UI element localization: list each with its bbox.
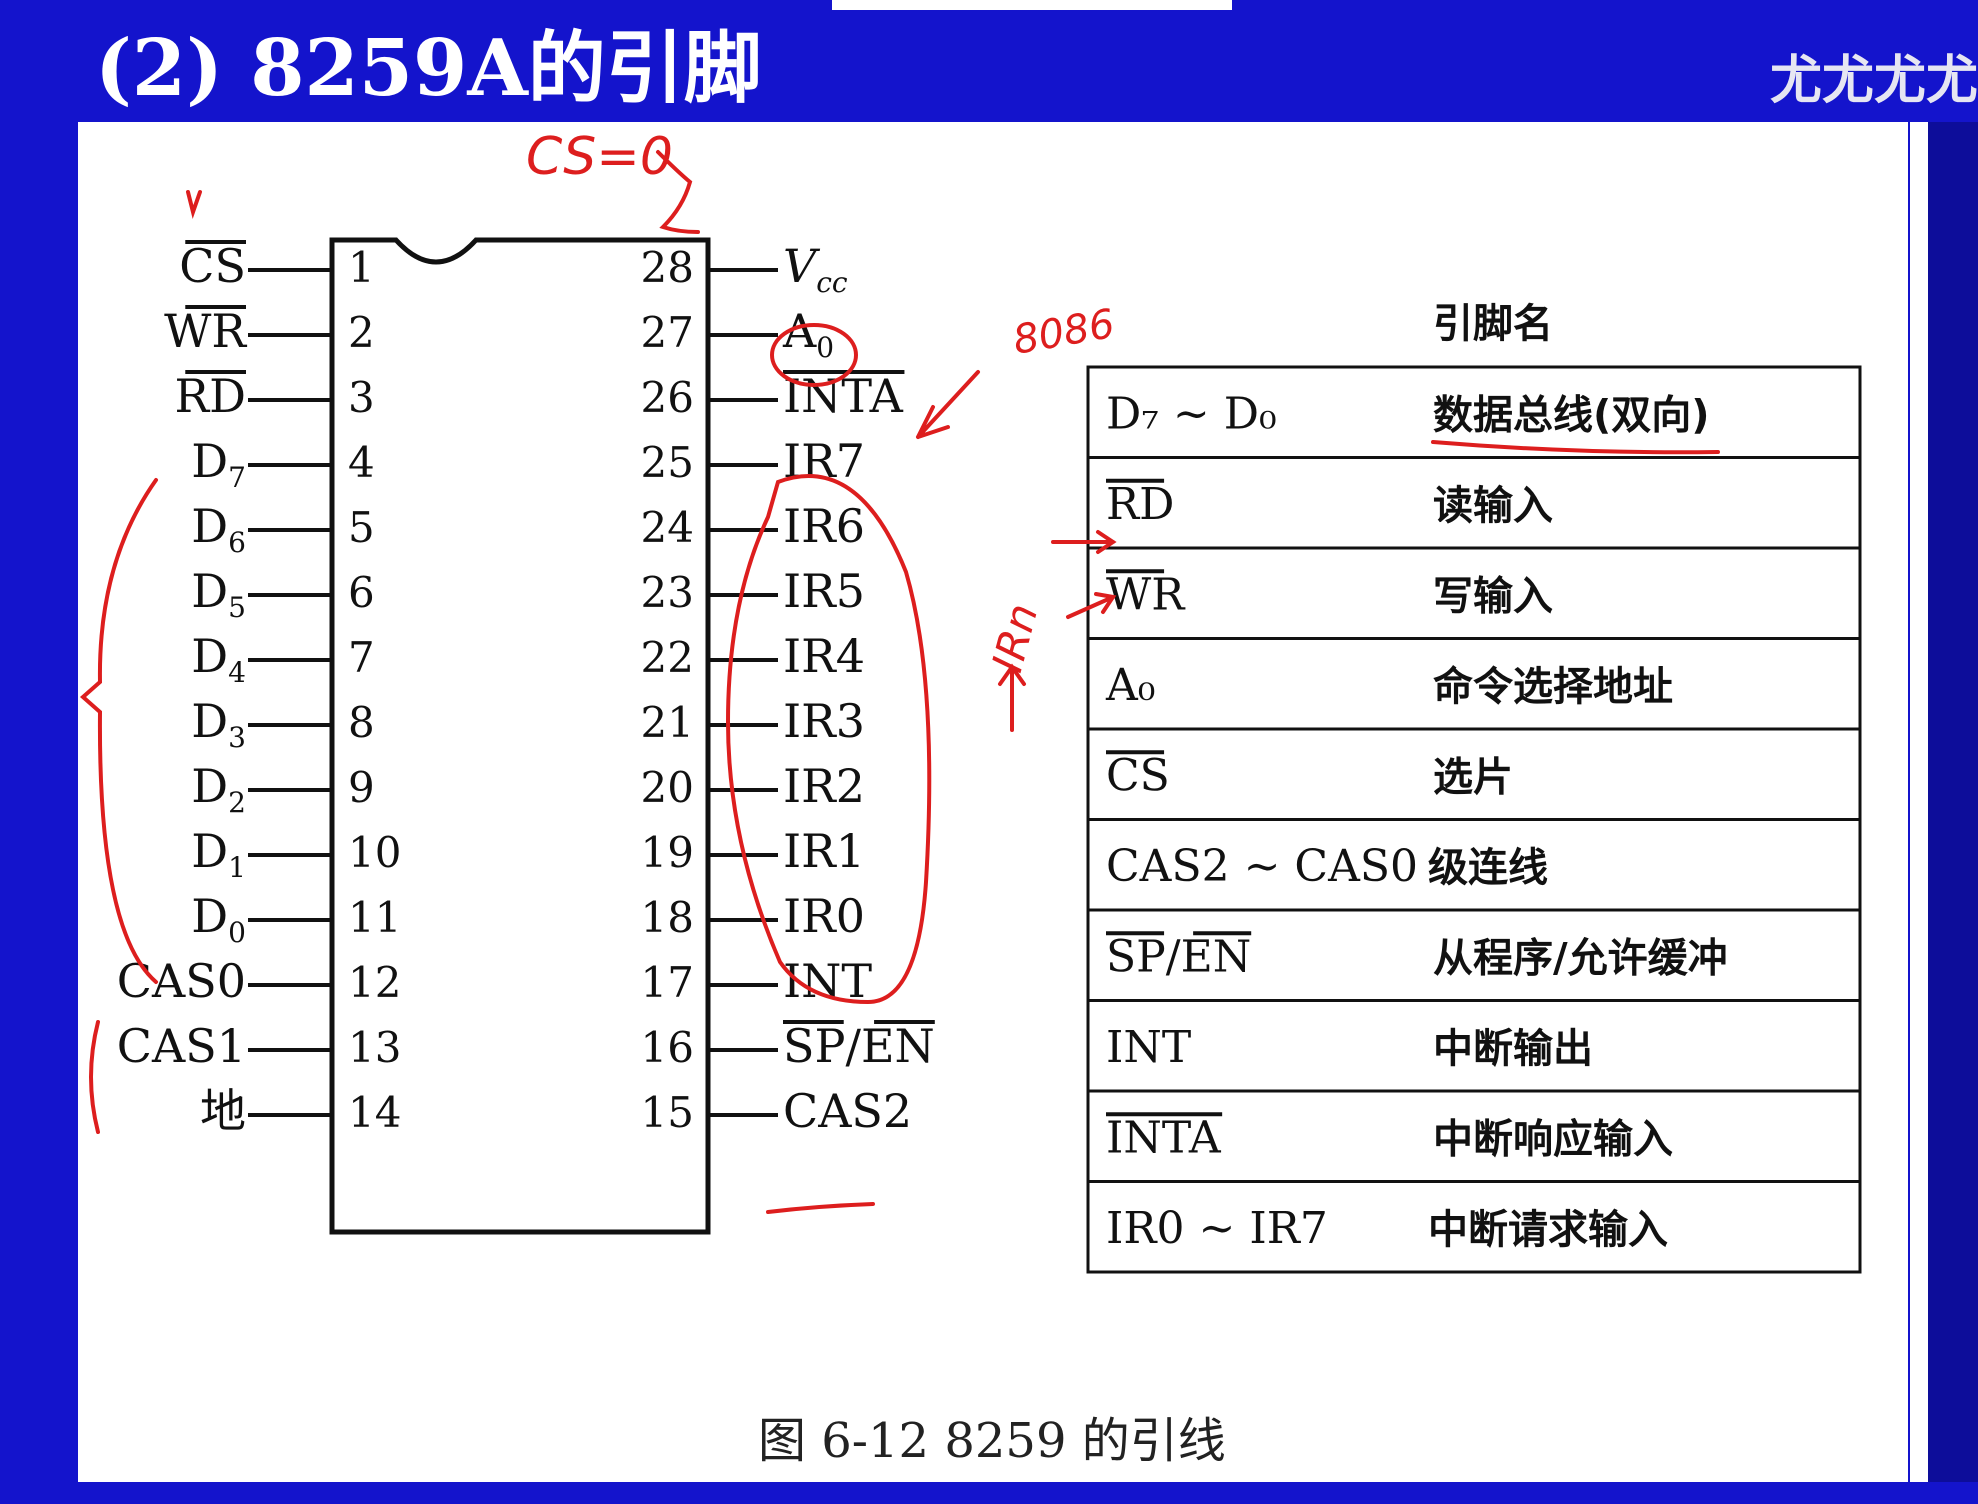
pin-label: D6 <box>191 499 246 559</box>
pin-number: 5 <box>348 503 375 552</box>
pin-number: 11 <box>348 893 401 942</box>
pin-label: D1 <box>191 824 246 884</box>
table-header: 引脚名 <box>1433 300 1553 347</box>
watermark-text: 尤尤尤尤 <box>1769 51 1978 111</box>
pin-label: SP/EN <box>783 1019 935 1073</box>
table-pin-name: INT <box>1106 1022 1191 1073</box>
pin-number: 27 <box>641 308 694 357</box>
pin-number: 21 <box>641 698 694 747</box>
table-pin-name: D₇ ~ D₀ <box>1106 388 1277 439</box>
pin-number: 25 <box>641 438 694 487</box>
pinout-diagram: 1 CS 2 WR 3 RD 4 D7 5 D6 6 D5 7 D4 8 D3 9 D2 10 D1 11 D0 12 CAS… <box>79 127 1862 1469</box>
pin-label: WR <box>164 304 247 358</box>
table-pin-desc: 中断输出 <box>1433 1026 1593 1072</box>
pin-number: 7 <box>348 633 375 682</box>
pin-number: 18 <box>641 893 694 942</box>
table-pin-desc: 读输入 <box>1433 483 1553 529</box>
pin-number: 1 <box>348 243 375 292</box>
pin-number: 22 <box>641 633 694 682</box>
pin-label: IR2 <box>783 759 865 813</box>
table-pin-desc: 命令选择地址 <box>1433 664 1673 710</box>
pin-number: 16 <box>641 1023 694 1072</box>
right-strip-edge <box>1910 122 1928 1482</box>
pin-label: Vcc <box>783 239 848 299</box>
pin-number: 15 <box>641 1088 694 1137</box>
pin-label: CS <box>179 239 246 293</box>
rd-arrow <box>1051 530 1117 554</box>
pin-number: 9 <box>348 763 375 812</box>
pin-label: IR4 <box>783 629 865 683</box>
pin-label: CAS0 <box>117 954 246 1008</box>
cas-bracket <box>89 1020 100 1134</box>
table-pin-desc: 数据总线(双向) <box>1433 392 1710 438</box>
pin-number: 3 <box>348 373 375 422</box>
pin-number: 14 <box>348 1088 401 1137</box>
table-pin-desc: 中断响应输入 <box>1433 1116 1673 1162</box>
table-pin-name: CS <box>1106 750 1170 801</box>
table-pin-desc: 从程序/允许缓冲 <box>1433 935 1728 981</box>
cpu-note: 8086 <box>1010 301 1118 364</box>
pin-label: D2 <box>191 759 246 819</box>
top-tab <box>832 0 1232 10</box>
pin-number: 26 <box>641 373 694 422</box>
table-pin-desc: 选片 <box>1433 754 1513 800</box>
pin-label: IR7 <box>783 434 865 488</box>
table-pin-name: INTA <box>1106 1112 1222 1163</box>
irn-up-arrow <box>998 663 1026 732</box>
pin-label: CAS2 <box>783 1084 912 1138</box>
cs-note: CS=0 <box>526 127 673 187</box>
pin-label: D0 <box>191 889 246 949</box>
pin-number: 10 <box>348 828 401 877</box>
pin-label: CAS1 <box>117 1019 246 1073</box>
table-pin-name: IR0 ~ IR7 <box>1106 1203 1328 1254</box>
figure-caption: 图 6-12 8259 的引线 <box>758 1413 1226 1469</box>
pin-number: 4 <box>348 438 375 487</box>
pin-label: D7 <box>191 434 246 494</box>
ir-note: IRn <box>982 599 1047 678</box>
table-pin-name: CAS2 ~ CAS0 <box>1106 841 1418 892</box>
pin-number: 28 <box>641 243 694 292</box>
pin-label: IR5 <box>783 564 865 618</box>
pin-number: 8 <box>348 698 375 747</box>
pin-label: D5 <box>191 564 246 624</box>
left-pin-group: 1 CS 2 WR 3 RD 4 D7 5 D6 6 D5 7 D4 8 D3 9 D2 10 D1 11 D0 12 CAS… <box>117 239 402 1138</box>
slide-title: (2) 8259A的引脚 <box>95 23 762 114</box>
pin-number: 13 <box>348 1023 401 1072</box>
pin-label: 地 <box>200 1084 246 1138</box>
pin-label: IR0 <box>783 889 865 943</box>
table-pin-name: SP/EN <box>1106 931 1251 982</box>
pin-number: 20 <box>641 763 694 812</box>
right-pin-group: 28 Vcc27 A026 INTA25 IR724 IR623 IR522 IR421 IR3… <box>641 239 935 1138</box>
content-panel: 1 CS 2 WR 3 RD 4 D7 5 D6 6 D5 7 D4 8 D3 9 D2 10 D1 11 D0 12 CAS… <box>78 122 1908 1482</box>
pin-number: 23 <box>641 568 694 617</box>
table-pin-name: A₀ <box>1105 660 1155 711</box>
pin-label: A0 <box>782 304 834 364</box>
table-pin-desc: 中断请求输入 <box>1428 1207 1668 1253</box>
table-pin-desc: 级连线 <box>1428 845 1548 891</box>
table-pin-name: RD <box>1106 479 1174 530</box>
pin-number: 24 <box>641 503 694 552</box>
pin-number: 6 <box>348 568 375 617</box>
pin-number: 12 <box>348 958 401 1007</box>
pin-number: 17 <box>641 958 694 1007</box>
inta-arrow <box>916 370 980 439</box>
pin-label: D4 <box>191 629 246 689</box>
pin-label: IR3 <box>783 694 865 748</box>
pin-label: RD <box>174 369 246 423</box>
cas2-underline <box>766 1202 875 1214</box>
pin-number: 2 <box>348 308 375 357</box>
data-bus-bracket <box>79 478 158 984</box>
pin-label: IR1 <box>783 824 865 878</box>
data-bus-underline <box>1431 440 1720 455</box>
table-pin-desc: 写输入 <box>1433 573 1553 619</box>
cs-arrow <box>186 190 202 219</box>
pin-number: 19 <box>641 828 694 877</box>
pin-label: D3 <box>191 694 246 754</box>
table-pin-name: WR <box>1106 569 1186 620</box>
pin-label: IR6 <box>783 499 865 553</box>
